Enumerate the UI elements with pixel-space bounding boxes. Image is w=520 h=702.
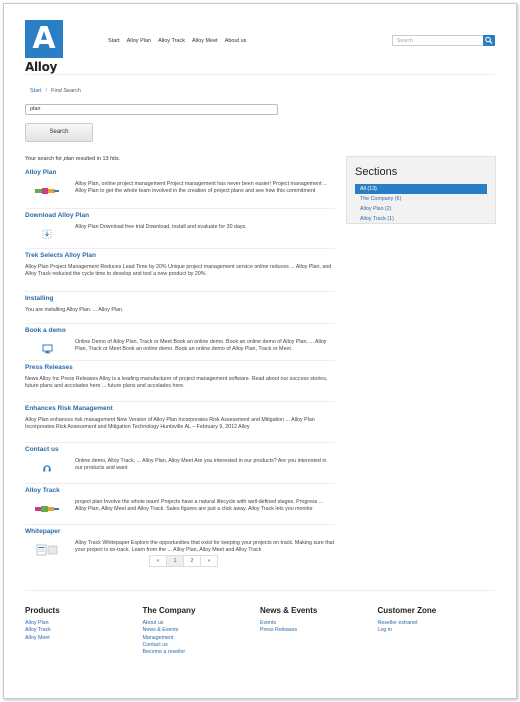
header-search-button[interactable] bbox=[483, 35, 495, 46]
footer-link[interactable]: About us bbox=[143, 620, 261, 627]
breadcrumb-separator: / bbox=[45, 88, 48, 94]
sections-facet: Sections All (13) The Company (6) Alloy … bbox=[346, 156, 496, 224]
result-snippet: You are installing Alloy Plan. ... Alloy… bbox=[25, 306, 124, 313]
result-title[interactable]: Alloy Track bbox=[25, 487, 335, 496]
facet-all[interactable]: All (13) bbox=[355, 183, 487, 194]
footer-link[interactable]: Alloy Track bbox=[25, 627, 143, 634]
nav-start[interactable]: Start bbox=[108, 38, 120, 45]
result-title[interactable]: Trek Selects Alloy Plan bbox=[25, 252, 335, 261]
headset-icon bbox=[25, 458, 69, 478]
footer-link[interactable]: Press Releases bbox=[260, 627, 378, 634]
facet-the-company[interactable]: The Company (6) bbox=[355, 194, 487, 204]
breadcrumb-current: Find Search bbox=[51, 88, 81, 94]
breadcrumb: Start / Find Search bbox=[30, 88, 81, 95]
footer-heading: The Company bbox=[142, 606, 196, 615]
download-icon bbox=[25, 224, 69, 244]
result-snippet: Alloy Plan Download free trial Download,… bbox=[75, 223, 247, 230]
footer-customer-zone: Customer Zone Reseller extranet Log in bbox=[378, 606, 496, 657]
result-title[interactable]: Download Alloy Plan bbox=[25, 212, 335, 221]
breadcrumb-home[interactable]: Start bbox=[30, 88, 42, 94]
result-snippet: Alloy Plan enhances risk management New … bbox=[25, 416, 315, 431]
result-snippet: News Alloy Inc Press Releases Alloy is a… bbox=[25, 375, 328, 390]
header-search-input[interactable]: Search bbox=[392, 35, 484, 46]
pager-prev[interactable]: « bbox=[149, 555, 167, 567]
result-title[interactable]: Alloy Plan bbox=[25, 169, 335, 178]
footer-news-events: News & Events Events Press Releases bbox=[260, 606, 378, 657]
footer: Products Alloy Plan Alloy Track Alloy Me… bbox=[25, 606, 495, 657]
alloy-plan-logo-icon bbox=[25, 181, 69, 201]
nav-alloy-meet[interactable]: Alloy Meet bbox=[192, 38, 218, 45]
facet-alloy-track[interactable]: Alloy Track (1) bbox=[355, 214, 487, 224]
monitor-icon bbox=[25, 339, 69, 359]
footer-company: The Company About us News & Events Manag… bbox=[143, 606, 261, 657]
search-icon bbox=[485, 36, 493, 44]
result-item: Press Releases News Alloy Inc Press Rele… bbox=[25, 364, 335, 402]
result-item: Alloy Plan Alloy Plan, online project ma… bbox=[25, 169, 335, 209]
footer-products: Products Alloy Plan Alloy Track Alloy Me… bbox=[25, 606, 143, 657]
footer-link[interactable]: Events bbox=[260, 620, 378, 627]
document-icon bbox=[25, 540, 69, 560]
result-snippet: Online Demo of Alloy Plan, Track or Meet… bbox=[75, 338, 327, 353]
pager-page-2[interactable]: 2 bbox=[183, 555, 201, 567]
nav-alloy-plan[interactable]: Alloy Plan bbox=[127, 38, 151, 45]
footer-link[interactable]: Alloy Plan bbox=[25, 620, 143, 627]
search-query-input[interactable]: plan bbox=[25, 104, 278, 115]
footer-link[interactable]: Log in bbox=[378, 627, 496, 634]
summary-prefix: Your search for bbox=[25, 156, 63, 162]
footer-link[interactable]: Contact us bbox=[143, 642, 261, 649]
header-divider bbox=[25, 74, 495, 75]
logo-mark: A bbox=[25, 20, 63, 58]
facet-alloy-plan[interactable]: Alloy Plan (2) bbox=[355, 204, 487, 214]
result-title[interactable]: Installing bbox=[25, 295, 335, 304]
result-item: Trek Selects Alloy Plan Alloy Plan Proje… bbox=[25, 252, 335, 292]
nav-alloy-track[interactable]: Alloy Track bbox=[158, 38, 185, 45]
result-item: Book a demo Online Demo of Alloy Plan, T… bbox=[25, 327, 335, 361]
footer-link[interactable]: Management bbox=[143, 635, 261, 642]
result-item: Download Alloy Plan Alloy Plan Download … bbox=[25, 212, 335, 249]
footer-heading: News & Events bbox=[260, 606, 318, 615]
logo-word: Alloy bbox=[25, 60, 58, 74]
result-title[interactable]: Book a demo bbox=[25, 327, 335, 336]
result-snippet: project plan Involve the whole team! Pro… bbox=[75, 498, 324, 513]
result-snippet: Alloy Plan, online project management Pr… bbox=[75, 180, 328, 195]
footer-link[interactable]: News & Events bbox=[143, 627, 261, 634]
result-title[interactable]: Enhances Risk Management bbox=[25, 405, 335, 414]
sections-title: Sections bbox=[355, 166, 398, 178]
top-navigation: Start Alloy Plan Alloy Track Alloy Meet … bbox=[108, 38, 246, 45]
page-frame: A Alloy Start Alloy Plan Alloy Track All… bbox=[3, 3, 517, 699]
summary-suffix: resulted in 13 hits. bbox=[75, 156, 121, 162]
pagination: « 1 2 » bbox=[149, 555, 218, 567]
footer-link[interactable]: Reseller extranet bbox=[378, 620, 496, 627]
result-title[interactable]: Press Releases bbox=[25, 364, 335, 373]
result-item: Contact us Online demo, Alloy Track, ...… bbox=[25, 446, 335, 484]
alloy-track-logo-icon bbox=[25, 499, 69, 519]
search-summary: Your search for plan resulted in 13 hits… bbox=[25, 156, 120, 163]
footer-heading: Products bbox=[25, 606, 60, 615]
alloy-logo[interactable]: A Alloy bbox=[25, 20, 65, 74]
pager-page-1[interactable]: 1 bbox=[166, 555, 184, 567]
result-snippet: Alloy Plan Project Management Reduces Le… bbox=[25, 263, 332, 278]
result-snippet: Online demo, Alloy Track, ... Alloy Plan… bbox=[75, 457, 327, 472]
search-results: Alloy Plan Alloy Plan, online project ma… bbox=[25, 169, 335, 563]
result-item: Enhances Risk Management Alloy Plan enha… bbox=[25, 405, 335, 443]
result-item: Alloy Track project plan Involve the who… bbox=[25, 487, 335, 525]
nav-about-us[interactable]: About us bbox=[225, 38, 247, 45]
pager-next[interactable]: » bbox=[200, 555, 218, 567]
footer-link[interactable]: Become a reseller bbox=[143, 649, 261, 656]
result-item: Installing You are installing Alloy Plan… bbox=[25, 295, 335, 324]
footer-divider bbox=[25, 590, 495, 591]
footer-heading: Customer Zone bbox=[377, 606, 437, 615]
search-button[interactable]: Search bbox=[25, 123, 93, 142]
result-title[interactable]: Contact us bbox=[25, 446, 335, 455]
result-title[interactable]: Whitepaper bbox=[25, 528, 335, 537]
footer-link[interactable]: Alloy Meet bbox=[25, 635, 143, 642]
summary-term: plan bbox=[63, 156, 75, 162]
